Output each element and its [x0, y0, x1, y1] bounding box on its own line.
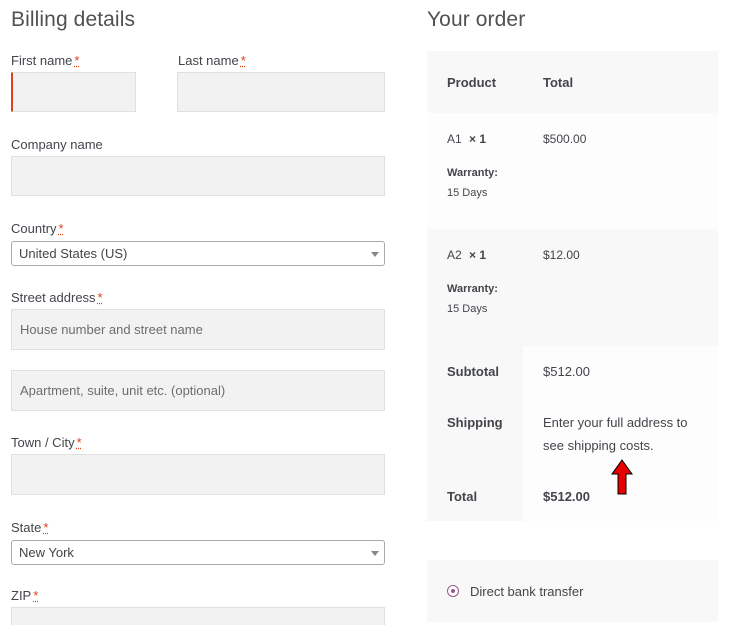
payment-method-box[interactable]: Direct bank transfer: [427, 560, 718, 622]
billing-heading: Billing details: [11, 8, 136, 31]
country-label: Country *: [11, 221, 64, 236]
item-name-text: A1: [447, 132, 462, 146]
country-select[interactable]: United States (US): [11, 241, 385, 266]
shipping-line-2: see shipping costs.: [543, 438, 654, 453]
required-mark: *: [74, 53, 80, 68]
city-label: Town / City *: [11, 435, 82, 450]
col-product-header: Product: [447, 75, 497, 90]
street-placeholder: House number and street name: [20, 322, 203, 337]
city-label-text: Town / City: [11, 435, 75, 450]
item-meta-value: 15 Days: [447, 303, 488, 315]
item-name-text: A2: [447, 248, 462, 262]
shipping-line-1: Enter your full address to: [543, 415, 688, 430]
item-price: $500.00: [543, 132, 587, 146]
country-select-value: United States (US): [19, 246, 128, 261]
required-mark: *: [76, 435, 82, 450]
radio-selected-icon[interactable]: [447, 585, 459, 597]
subtotal-value: $512.00: [543, 364, 590, 379]
item-qty: × 1: [469, 248, 487, 262]
street-label-text: Street address: [11, 290, 96, 305]
zip-label-text: ZIP: [11, 588, 32, 603]
shipping-label: Shipping: [447, 415, 503, 430]
item-meta-label: Warranty:: [447, 283, 498, 295]
item-meta-value: 15 Days: [447, 187, 488, 199]
company-input[interactable]: [11, 156, 385, 196]
required-mark: *: [33, 588, 39, 603]
required-mark: *: [240, 53, 246, 68]
state-select[interactable]: New York: [11, 540, 385, 565]
required-mark: *: [97, 290, 103, 305]
zip-label: ZIP *: [11, 588, 38, 603]
zip-input[interactable]: [11, 607, 385, 625]
total-label: Total: [447, 489, 478, 504]
chevron-down-icon: [371, 251, 379, 257]
item-price: $12.00: [543, 248, 580, 262]
required-mark: *: [58, 221, 64, 236]
first-name-label: First name *: [11, 53, 79, 68]
item-qty: × 1: [469, 132, 487, 146]
state-label-text: State: [11, 520, 42, 535]
apartment-input[interactable]: Apartment, suite, unit etc. (optional): [11, 370, 385, 411]
state-label: State *: [11, 520, 48, 535]
payment-method-label[interactable]: Direct bank transfer: [470, 584, 583, 599]
country-label-text: Country: [11, 221, 57, 236]
last-name-input[interactable]: [177, 72, 385, 112]
col-total-header: Total: [543, 75, 574, 90]
chevron-down-icon: [371, 550, 379, 556]
last-name-label-text: Last name: [178, 53, 239, 68]
state-select-value: New York: [19, 545, 74, 560]
last-name-label: Last name *: [178, 53, 246, 68]
subtotal-label: Subtotal: [447, 364, 499, 379]
company-label: Company name: [11, 137, 103, 152]
item-meta-label: Warranty:: [447, 167, 498, 179]
total-value: $512.00: [543, 489, 590, 504]
first-name-label-text: First name: [11, 53, 73, 68]
item-name: A1 × 1: [447, 132, 486, 146]
street-label: Street address *: [11, 290, 103, 305]
order-heading: Your order: [427, 8, 526, 31]
required-mark: *: [43, 520, 49, 535]
apartment-placeholder: Apartment, suite, unit etc. (optional): [20, 383, 226, 398]
item-name: A2 × 1: [447, 248, 486, 262]
city-input[interactable]: [11, 454, 385, 495]
first-name-input[interactable]: [11, 72, 136, 112]
street-address-input[interactable]: House number and street name: [11, 309, 385, 350]
arrow-up-icon: [611, 459, 633, 495]
